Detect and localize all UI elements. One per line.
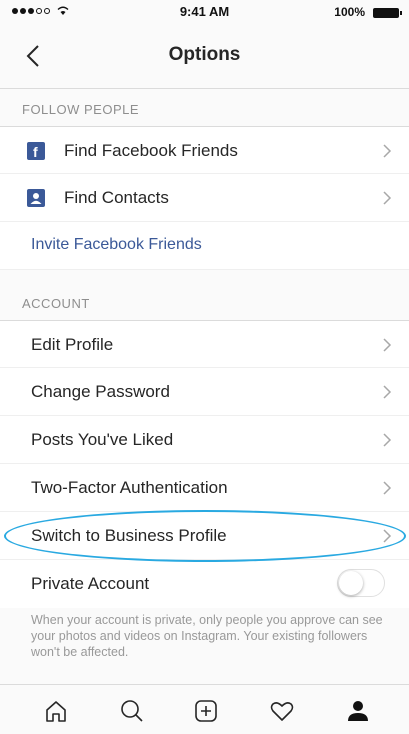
battery-percent: 100% [334, 5, 365, 19]
page-title: Options [168, 44, 241, 65]
switch-to-business-profile-row[interactable]: Switch to Business Profile [0, 512, 409, 560]
chevron-right-icon [383, 529, 392, 543]
row-label: Posts You've Liked [31, 430, 174, 449]
two-factor-authentication-row[interactable]: Two-Factor Authentication [0, 464, 409, 512]
invite-label: Invite Facebook Friends [31, 236, 202, 253]
row-label: Private Account [31, 574, 150, 593]
chevron-right-icon [383, 385, 392, 399]
chevron-right-icon [383, 481, 392, 495]
tab-bar [0, 684, 409, 734]
home-icon[interactable] [42, 697, 70, 725]
search-icon[interactable] [118, 697, 146, 725]
status-bar: 9:41 AM 100% [0, 0, 409, 24]
row-label: Change Password [31, 382, 170, 401]
row-label: Edit Profile [31, 335, 114, 354]
row-label: Find Facebook Friends [64, 141, 238, 160]
profile-icon[interactable] [344, 697, 372, 725]
private-account-help-text: When your account is private, only peopl… [31, 613, 383, 659]
battery-icon [373, 8, 402, 18]
row-label: Switch to Business Profile [31, 526, 227, 545]
heart-icon[interactable] [268, 697, 296, 725]
add-post-icon[interactable] [192, 697, 220, 725]
chevron-right-icon [383, 144, 392, 158]
svg-text:f: f [33, 144, 38, 160]
private-account-row: Private Account [0, 560, 409, 608]
find-contacts-row[interactable]: Find Contacts [0, 174, 409, 222]
row-label: Find Contacts [64, 188, 169, 207]
chevron-right-icon [383, 338, 392, 352]
chevron-right-icon [383, 191, 392, 205]
chevron-right-icon [383, 433, 392, 447]
private-account-toggle[interactable] [337, 569, 385, 597]
posts-liked-row[interactable]: Posts You've Liked [0, 416, 409, 464]
invite-facebook-friends-link[interactable]: Invite Facebook Friends [0, 222, 409, 270]
change-password-row[interactable]: Change Password [0, 368, 409, 416]
section-header-follow-people: FOLLOW PEOPLE [22, 102, 140, 117]
row-label: Two-Factor Authentication [31, 478, 228, 497]
options-screen: 9:41 AM 100% Options FOLLOW PEOPLE f Fin… [0, 0, 409, 734]
toggle-knob [339, 571, 363, 595]
nav-header: Options [0, 24, 409, 89]
section-header-account: ACCOUNT [22, 296, 90, 311]
find-facebook-friends-row[interactable]: f Find Facebook Friends [0, 126, 409, 174]
edit-profile-row[interactable]: Edit Profile [0, 320, 409, 368]
facebook-icon: f [27, 142, 45, 160]
contacts-icon [27, 189, 45, 207]
